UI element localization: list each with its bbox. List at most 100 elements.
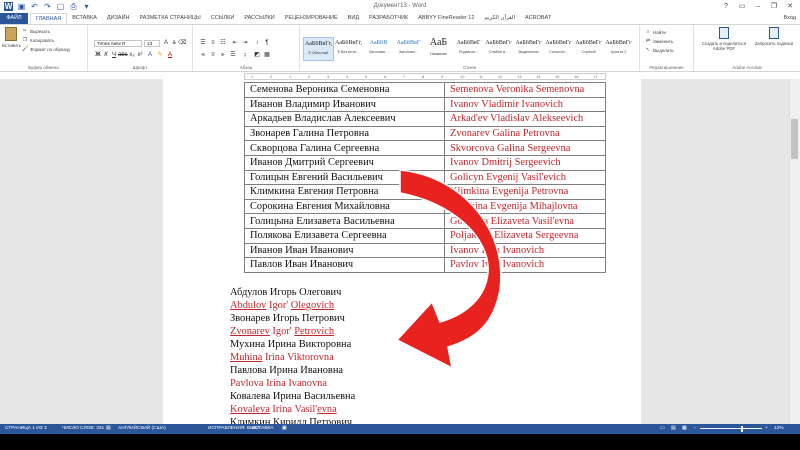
- multilevel-list-icon[interactable]: ☷: [219, 40, 227, 47]
- justify-icon[interactable]: ☰: [229, 52, 237, 59]
- latin-name-cell[interactable]: Zvonarev Galina Petrovna: [444, 125, 606, 142]
- align-right-icon[interactable]: ⫸: [219, 52, 227, 59]
- style-item[interactable]: АаБбВ Заголово...: [363, 37, 394, 61]
- numbering-icon[interactable]: ≡: [209, 40, 217, 47]
- save-icon[interactable]: ▣: [17, 2, 26, 11]
- create-pdf-button[interactable]: Создать и поделиться Adobe PDF: [698, 27, 750, 51]
- read-mode-icon[interactable]: ▭: [660, 424, 665, 434]
- tab-abbyy[interactable]: ABBYY FineReader 12: [413, 13, 479, 24]
- shrink-font-icon[interactable]: a: [170, 40, 178, 47]
- replace-button[interactable]: ⇄ Заменить: [645, 38, 673, 44]
- latin-name-cell[interactable]: Golicyn Evgenij Vasil'evich: [444, 169, 606, 186]
- undo-icon[interactable]: ↶: [30, 2, 39, 11]
- increase-indent-icon[interactable]: ⇥: [241, 40, 249, 47]
- latin-name-cell[interactable]: Skvorcova Galina Sergeevna: [444, 140, 606, 156]
- cyrillic-name-cell[interactable]: Звонарев Галина Петровна: [244, 125, 445, 142]
- latin-name-cell[interactable]: Pavlov Ivan Ivanovich: [444, 257, 606, 273]
- style-item[interactable]: АаБбВвГг Цитата 2: [603, 37, 634, 61]
- minimize-button[interactable]: –: [750, 0, 766, 13]
- underline-icon[interactable]: Ч: [110, 52, 118, 59]
- cyrillic-name-cell[interactable]: Аркадьев Владислав Алексеевич: [244, 111, 445, 127]
- tab-review[interactable]: РЕЦЕНЗИРОВАНИЕ: [280, 13, 343, 24]
- zoom-level[interactable]: 12%: [774, 424, 784, 434]
- show-marks-icon[interactable]: ¶: [263, 40, 271, 47]
- italic-icon[interactable]: К: [102, 52, 110, 59]
- find-button[interactable]: ⌕ Найти: [645, 29, 666, 35]
- latin-name-cell[interactable]: Ivanov Vladimir Ivanovich: [444, 96, 606, 113]
- cyrillic-name-line[interactable]: Павлова Ирина Ивановна: [230, 364, 355, 377]
- cyrillic-name-cell[interactable]: Павлов Иван Иванович: [244, 257, 445, 273]
- bold-icon[interactable]: Ж: [94, 52, 102, 59]
- status-language[interactable]: АНГЛИЙСКИЙ (США): [118, 424, 166, 434]
- style-item[interactable]: АаБбВвГг, ¶ Без инте...: [333, 37, 364, 61]
- font-size-combo[interactable]: 13: [144, 40, 160, 47]
- style-item[interactable]: АаБбВвГг Строгий: [573, 37, 604, 61]
- cyrillic-name-cell[interactable]: Иванов Владимир Иванович: [244, 96, 445, 113]
- macro-icon[interactable]: ▣: [282, 424, 287, 434]
- latin-name-line[interactable]: Zvonarev Igor' Petrovich: [230, 325, 355, 338]
- format-painter-button[interactable]: 🖌 Формат по образцу: [22, 46, 70, 52]
- tab-references[interactable]: ССЫЛКИ: [206, 13, 240, 24]
- tab-file[interactable]: ФАЙЛ: [0, 13, 28, 24]
- text-effects-icon[interactable]: A: [146, 52, 154, 59]
- table-row[interactable]: Полякова Елизавета Сергеевна Poljakova El…: [244, 227, 606, 244]
- close-button[interactable]: ✕: [782, 0, 798, 13]
- latin-name-line[interactable]: Abdulov Igor' Olegovich: [230, 299, 355, 312]
- table-row[interactable]: Голицын Евгений Васильевич Golicyn Evgeni…: [244, 169, 606, 186]
- font-color-icon[interactable]: A: [166, 52, 174, 59]
- table-row[interactable]: Скворцова Галина Сергеевна Skvorcova Gali…: [244, 140, 606, 156]
- table-row[interactable]: Иванов Владимир Иванович Ivanov Vladimir …: [244, 96, 606, 113]
- tab-home[interactable]: ГЛАВНАЯ: [30, 13, 68, 24]
- table-row[interactable]: Сорокина Евгения Михайловна Sorokina Evge…: [244, 198, 606, 215]
- shading-icon[interactable]: ◩: [253, 52, 261, 59]
- names-paragraphs[interactable]: Абдулов Игорь Олегович Abdulov Igor' Oleg…: [230, 286, 355, 429]
- cyrillic-name-cell[interactable]: Семенова Вероника Семеновна: [244, 82, 445, 98]
- latin-name-cell[interactable]: Golicyna Elizaveta Vasil'evna: [444, 213, 606, 229]
- redo-icon[interactable]: ↷: [43, 2, 52, 11]
- latin-name-cell[interactable]: Semenova Veronika Semenovna: [444, 82, 606, 98]
- align-center-icon[interactable]: ≡: [209, 52, 217, 59]
- request-signatures-button[interactable]: Запросить подписи: [752, 27, 796, 46]
- style-item[interactable]: АаБбВвГг Сильное...: [543, 37, 574, 61]
- cyrillic-name-cell[interactable]: Иванов Иван Иванович: [244, 242, 445, 259]
- table-row[interactable]: Иванов Дмитрий Сергеевич Ivanov Dmitrij S…: [244, 154, 606, 171]
- sort-icon[interactable]: ↕: [253, 40, 261, 47]
- vertical-scrollbar[interactable]: [789, 79, 800, 424]
- print-layout-icon[interactable]: ▤: [671, 424, 676, 434]
- cyrillic-name-line[interactable]: Ковалева Ирина Васильевна: [230, 390, 355, 403]
- tab-layout[interactable]: РАЗМЕТКА СТРАНИЦЫ: [135, 13, 206, 24]
- latin-name-line[interactable]: Muhina Irina Viktorovna: [230, 351, 355, 364]
- table-row[interactable]: Семенова Вероника Семеновна Semenova Vero…: [244, 82, 606, 98]
- tab-developer[interactable]: РАЗРАБОТЧИК: [364, 13, 413, 24]
- cyrillic-name-cell[interactable]: Климкина Евгения Петровна: [244, 184, 445, 200]
- cyrillic-name-line[interactable]: Мухина Ирина Викторовна: [230, 338, 355, 351]
- style-item[interactable]: АаБбВвГг Слабое в...: [483, 37, 514, 61]
- bullets-icon[interactable]: ☰: [199, 40, 207, 47]
- customize-qat-icon[interactable]: ▾: [82, 2, 91, 11]
- tab-quran[interactable]: القرآن الكريم: [479, 13, 520, 24]
- table-row[interactable]: Аркадьев Владислав Алексеевич Arkad'ev Vl…: [244, 111, 606, 127]
- cyrillic-name-cell[interactable]: Полякова Елизавета Сергеевна: [244, 227, 445, 244]
- zoom-slider[interactable]: [700, 428, 762, 429]
- ribbon-display-button[interactable]: ▭: [734, 0, 750, 13]
- table-row[interactable]: Голицына Елизавета Васильевна Golicyna El…: [244, 213, 606, 229]
- style-item[interactable]: АаБ Название: [423, 37, 454, 61]
- latin-name-cell[interactable]: Poljakova Elizaveta Sergeevna: [444, 227, 606, 244]
- table-row[interactable]: Иванов Иван Иванович Ivanov Ivan Ivanovic…: [244, 242, 606, 259]
- tab-view[interactable]: ВИД: [343, 13, 364, 24]
- status-page[interactable]: СТРАНИЦА 1 ИЗ 3: [5, 424, 47, 434]
- status-word-count[interactable]: ЧИСЛО СЛОВ: 331: [62, 424, 104, 434]
- table-row[interactable]: Звонарев Галина Петровна Zvonarev Galina …: [244, 125, 606, 142]
- status-insert-mode[interactable]: ВСТАВКА: [252, 424, 274, 434]
- latin-name-cell[interactable]: Ivanov Ivan Ivanovich: [444, 242, 606, 259]
- sign-in-link[interactable]: Вход: [784, 13, 796, 24]
- latin-name-cell[interactable]: Arkad'ev Vladislav Alekseevich: [444, 111, 606, 127]
- cyrillic-name-cell[interactable]: Сорокина Евгения Михайловна: [244, 198, 445, 215]
- copy-button[interactable]: ❐ Копировать: [22, 37, 54, 43]
- highlight-icon[interactable]: ✎: [156, 52, 164, 59]
- latin-name-line[interactable]: Kovaleva Irina Vasil'evna: [230, 403, 355, 416]
- style-item[interactable]: АаБбВвГг, ¶ Обычный: [303, 37, 334, 61]
- style-item[interactable]: АаБбВвГ Заголово...: [393, 37, 424, 61]
- web-layout-icon[interactable]: ▦: [682, 424, 687, 434]
- strikethrough-icon[interactable]: abc: [118, 52, 128, 59]
